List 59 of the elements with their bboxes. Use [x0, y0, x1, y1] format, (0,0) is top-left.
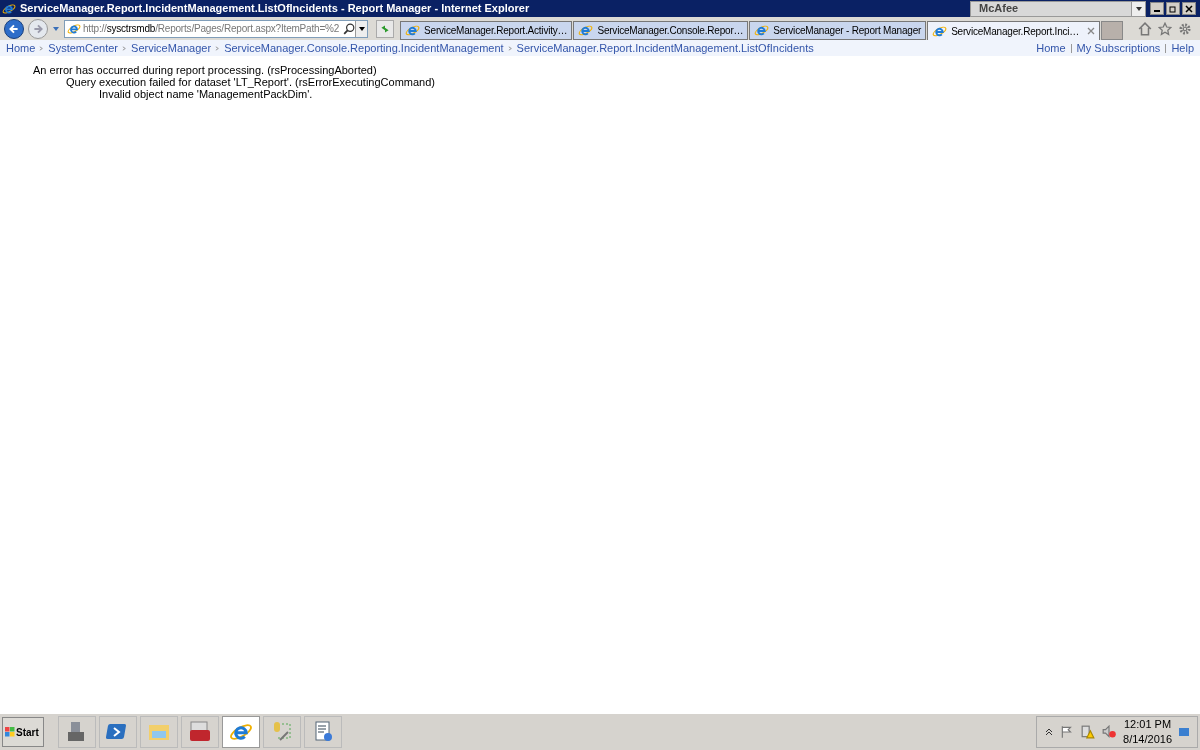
chevron-icon	[39, 45, 45, 51]
caret-icon[interactable]	[1134, 4, 1143, 13]
refresh-button[interactable]	[376, 19, 395, 38]
search-icon[interactable]	[343, 22, 356, 35]
close-icon[interactable]	[1185, 4, 1193, 13]
taskbar-app-button[interactable]	[222, 716, 260, 748]
error-message: Query execution failed for dataset 'LT_Report'. (rsErrorExecutingCommand)	[66, 76, 436, 88]
tab-label: ServiceManager.Report.Activity…	[424, 24, 568, 38]
clock-time[interactable]: 12:01 PM	[1124, 717, 1172, 732]
breadcrumb-link[interactable]: ServiceManager.Console.Reporting.IncidentManagement	[224, 39, 504, 57]
taskbar-app-button[interactable]	[304, 716, 342, 748]
error-message: Invalid object name 'ManagementPackDim'.	[99, 88, 314, 100]
new-tab-button[interactable]	[1101, 21, 1124, 40]
toolbar-search-field[interactable]: McAfee	[970, 0, 1146, 17]
chevron-icon	[215, 45, 221, 51]
tab-label: ServiceManager - Report Manager	[773, 24, 922, 38]
start-button[interactable]: Start	[2, 717, 44, 747]
browser-icon	[578, 23, 594, 38]
settings-icon[interactable]	[1178, 21, 1192, 36]
browser-icon	[2, 1, 16, 16]
chevron-icon	[507, 45, 513, 51]
breadcrumb-link[interactable]: ServiceManager.Report.IncidentManagement.ListOfIncidents	[516, 39, 814, 57]
clock-date[interactable]: 8/14/2016	[1123, 732, 1172, 747]
home-icon[interactable]	[1138, 21, 1152, 36]
browser-icon	[67, 21, 81, 36]
breadcrumb-link[interactable]: ServiceManager	[131, 39, 212, 57]
chevron-icon	[122, 45, 128, 51]
taskbar-app-button[interactable]	[58, 716, 96, 748]
speaker-muted-icon[interactable]	[1102, 725, 1117, 739]
header-link[interactable]: Help	[1171, 39, 1194, 57]
restore-icon[interactable]	[1169, 4, 1177, 13]
error-message: An error has occurred during report processing. (rsProcessingAborted)	[33, 64, 378, 76]
star-icon[interactable]	[1158, 21, 1172, 36]
chevron-up-icon[interactable]	[1045, 728, 1054, 736]
toolbox-icon	[188, 720, 212, 744]
browser-tab[interactable]: ServiceManager - Report Manager	[749, 21, 927, 40]
browser-icon	[405, 23, 421, 38]
window-title: ServiceManager.Report.IncidentManagement.ListOfIncidents - Report Manager - Internet Explorer	[20, 1, 530, 17]
breadcrumb-link[interactable]: Home	[6, 39, 36, 57]
taskbar-app-button[interactable]	[99, 716, 137, 748]
flag-icon[interactable]	[1060, 725, 1075, 739]
caret-icon[interactable]	[357, 24, 366, 33]
dropdown-icon[interactable]	[52, 24, 60, 33]
back-button[interactable]	[4, 18, 24, 39]
browser-tab[interactable]: ServiceManager.Console.Repor…	[573, 21, 749, 40]
taskbar-app-button[interactable]	[181, 716, 219, 748]
header-link[interactable]: Home	[1036, 39, 1066, 57]
browser-tab[interactable]: ServiceManager.Report.Inci…	[927, 21, 1101, 40]
address-field[interactable]: http://sysctrsmdb/Reports/Pages/Report.aspx?ItemPath=%2	[64, 19, 369, 38]
browser-tab[interactable]: ServiceManager.Report.Activity…	[400, 21, 573, 40]
tab-label: ServiceManager.Report.Inci…	[951, 24, 1080, 39]
browser-icon	[754, 23, 770, 38]
network-warning-icon[interactable]	[1081, 725, 1096, 739]
breadcrumb-link[interactable]: SystemCenter	[48, 39, 119, 57]
left-arrow-icon	[8, 22, 20, 35]
header-link[interactable]: My Subscriptions	[1076, 39, 1161, 57]
right-arrow-icon	[32, 22, 44, 35]
windows-logo-icon	[5, 727, 15, 737]
tab-label: ServiceManager.Console.Repor…	[597, 24, 744, 38]
